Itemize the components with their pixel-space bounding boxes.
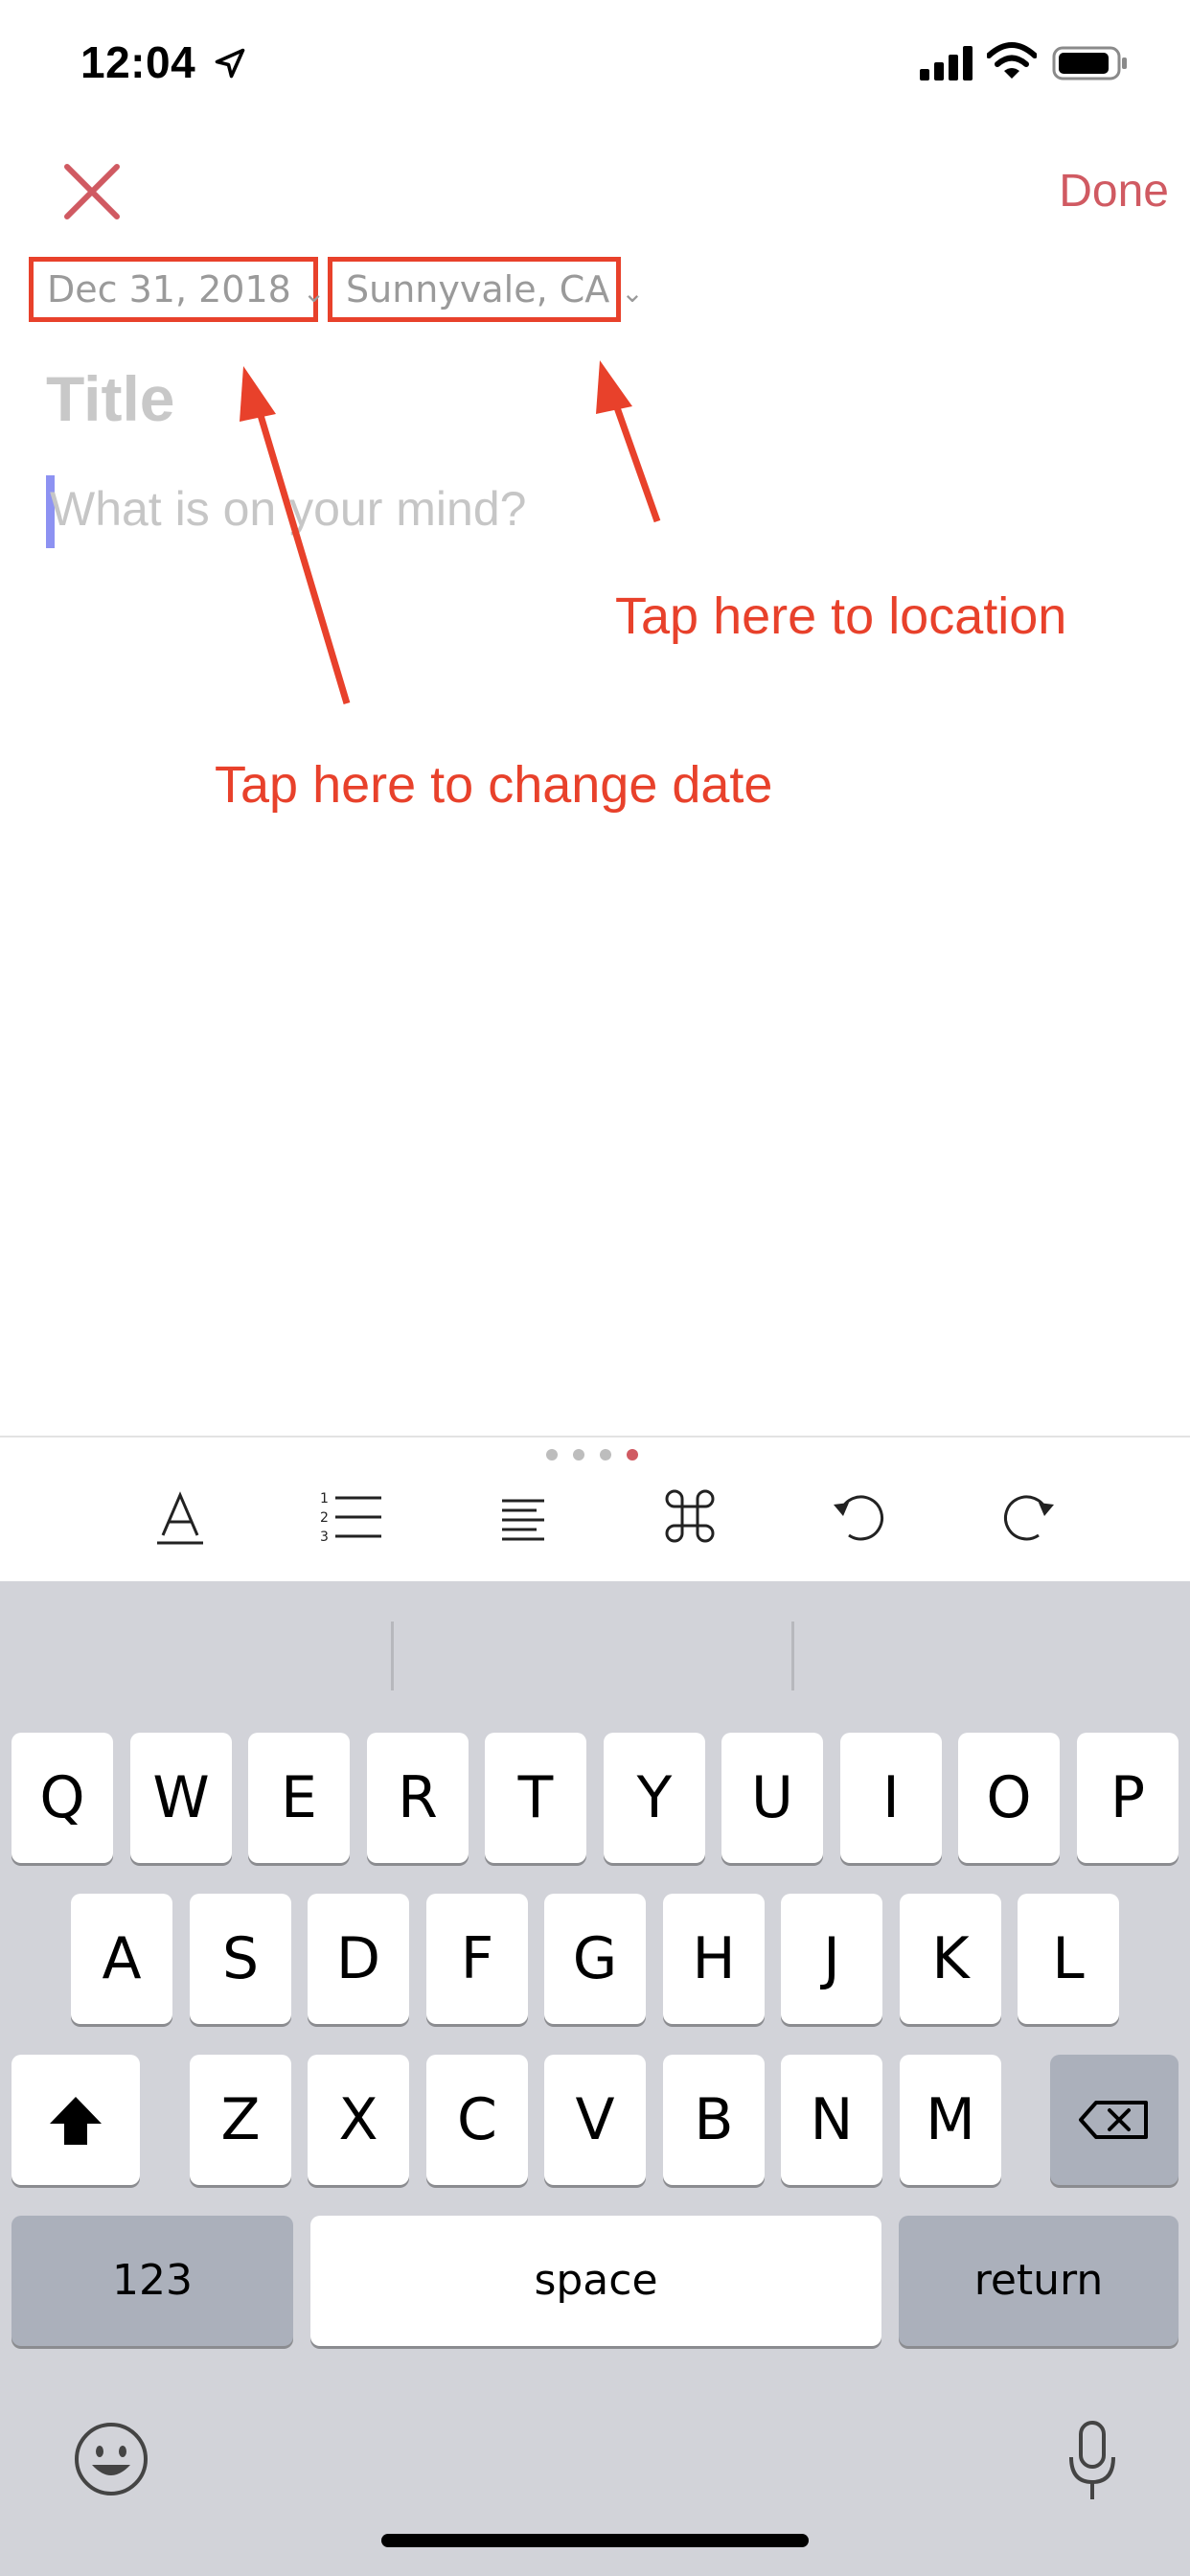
undo-icon[interactable] — [824, 1482, 893, 1551]
location-value: Sunnyvale, CA — [346, 268, 610, 310]
key-g[interactable]: G — [544, 1894, 646, 2024]
key-n[interactable]: N — [781, 2055, 882, 2185]
backspace-icon — [1079, 2101, 1148, 2139]
key-m[interactable]: M — [900, 2055, 1001, 2185]
battery-icon — [1052, 46, 1127, 80]
page-dot-active — [627, 1449, 638, 1460]
svg-text:3: 3 — [320, 1530, 329, 1545]
text-format-icon[interactable] — [146, 1482, 215, 1551]
key-d[interactable]: D — [308, 1894, 409, 2024]
page-dot — [573, 1449, 584, 1460]
return-key[interactable]: return — [899, 2216, 1179, 2346]
shift-icon — [50, 2097, 102, 2145]
key-c[interactable]: C — [426, 2055, 528, 2185]
key-l[interactable]: L — [1018, 1894, 1119, 2024]
key-e[interactable]: E — [248, 1733, 350, 1863]
key-k[interactable]: K — [900, 1894, 1001, 2024]
shift-key[interactable] — [11, 2055, 140, 2185]
numbered-list-icon[interactable]: 1 2 3 — [316, 1482, 385, 1551]
key-o[interactable]: O — [958, 1733, 1060, 1863]
key-y[interactable]: Y — [604, 1733, 705, 1863]
key-b[interactable]: B — [663, 2055, 765, 2185]
space-key[interactable]: space — [310, 2216, 881, 2346]
page-dot — [546, 1449, 558, 1460]
title-input[interactable]: Title — [46, 362, 174, 435]
key-q[interactable]: Q — [11, 1733, 113, 1863]
chevron-down-icon: ⌄ — [621, 277, 644, 309]
key-x[interactable]: X — [308, 2055, 409, 2185]
align-icon[interactable] — [489, 1482, 558, 1551]
key-a[interactable]: A — [71, 1894, 172, 2024]
key-j[interactable]: J — [781, 1894, 882, 2024]
annotation-arrows — [240, 360, 661, 705]
done-button[interactable]: Done — [996, 157, 1169, 226]
home-indicator — [381, 2534, 809, 2547]
key-v[interactable]: V — [544, 2055, 646, 2185]
key-z[interactable]: Z — [190, 2055, 291, 2185]
chevron-down-icon: ⌄ — [302, 277, 326, 309]
microphone-icon[interactable] — [1062, 2415, 1123, 2507]
key-p[interactable]: P — [1077, 1733, 1179, 1863]
location-arrow-icon — [215, 48, 245, 79]
location-selector[interactable]: Sunnyvale, CA ⌄ — [328, 257, 644, 322]
date-selector[interactable]: Dec 31, 2018 ⌄ — [29, 257, 325, 322]
date-value: Dec 31, 2018 — [47, 268, 291, 310]
key-r[interactable]: R — [367, 1733, 469, 1863]
emoji-icon[interactable] — [71, 2419, 151, 2499]
key-u[interactable]: U — [721, 1733, 823, 1863]
toolbar-page-indicator — [537, 1449, 652, 1464]
prediction-divider — [791, 1622, 794, 1690]
date-hint-annotation: Tap here to change date — [215, 756, 773, 814]
body-input[interactable]: What is on your mind? — [50, 481, 526, 537]
key-s[interactable]: S — [190, 1894, 291, 2024]
key-h[interactable]: H — [663, 1894, 765, 2024]
status-time: 12:04 — [80, 37, 196, 87]
close-button[interactable] — [57, 157, 126, 226]
prediction-divider — [391, 1622, 394, 1690]
redo-icon[interactable] — [995, 1482, 1064, 1551]
delete-key[interactable] — [1050, 2055, 1179, 2185]
svg-text:2: 2 — [320, 1510, 329, 1526]
key-i[interactable]: I — [840, 1733, 942, 1863]
location-arrow — [596, 360, 661, 523]
key-f[interactable]: F — [426, 1894, 528, 2024]
location-hint-annotation: Tap here to location — [615, 587, 1067, 645]
wifi-icon — [987, 42, 1037, 79]
cellular-signal-icon — [920, 46, 973, 80]
command-icon[interactable] — [655, 1482, 724, 1551]
numbers-key[interactable]: 123 — [11, 2216, 293, 2346]
key-w[interactable]: W — [130, 1733, 232, 1863]
page-dot — [600, 1449, 611, 1460]
svg-text:1: 1 — [320, 1491, 329, 1506]
key-t[interactable]: T — [485, 1733, 586, 1863]
